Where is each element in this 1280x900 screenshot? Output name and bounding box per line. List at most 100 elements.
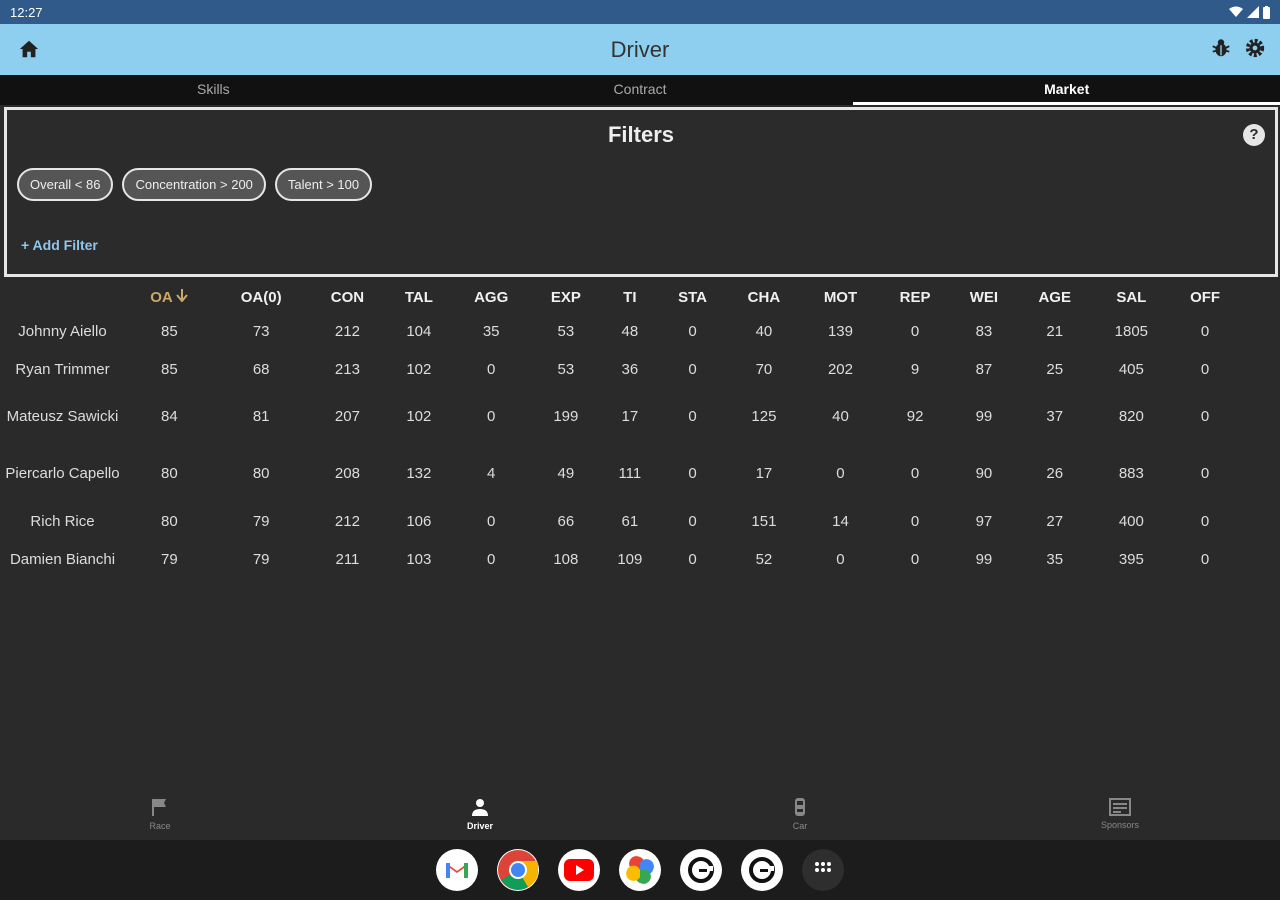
nav-sponsors[interactable]: Sponsors <box>960 788 1280 840</box>
game-app-icon[interactable] <box>680 849 722 891</box>
stat-cell-oa: 85 <box>160 322 178 340</box>
stat-cell-exp: 53 <box>557 360 575 378</box>
filter-chip-overall[interactable]: Overall < 86 <box>17 168 114 201</box>
stat-cell-rep: 0 <box>910 550 920 568</box>
sponsors-icon <box>1109 798 1131 816</box>
settings-gear-icon[interactable] <box>1244 37 1266 59</box>
stat-cell-oa0: 73 <box>252 322 270 340</box>
column-header-oa[interactable]: OA <box>125 282 214 312</box>
stat-cell-off: 0 <box>1200 322 1210 340</box>
game-app-icon-2[interactable] <box>741 849 783 891</box>
car-icon <box>795 798 805 816</box>
column-header-tal[interactable]: TAL <box>386 282 451 312</box>
column-header-age[interactable]: AGE <box>1017 282 1093 312</box>
clock: 12:27 <box>10 4 43 20</box>
app-bar: Driver <box>0 24 1280 75</box>
column-header-agg[interactable]: AGG <box>451 282 530 312</box>
column-header-ti[interactable]: TI <box>601 282 659 312</box>
stat-cell-agg: 35 <box>482 322 500 340</box>
stat-cell-tal: 106 <box>406 512 432 530</box>
help-icon[interactable]: ? <box>1243 124 1265 146</box>
gmail-icon[interactable] <box>436 849 478 891</box>
stat-cell-off: 0 <box>1200 512 1210 530</box>
column-header-con[interactable]: CON <box>309 282 387 312</box>
table-row[interactable]: Damien Bianchi 79 79 211 103 0 108 109 0 52 0 0 99 35… <box>0 540 1240 578</box>
stat-cell-mot: 40 <box>832 408 849 425</box>
bottom-navigation: Race Driver Car Sponsors <box>0 788 1280 840</box>
stat-cell-con: 211 <box>335 550 360 568</box>
app-dock <box>0 840 1280 900</box>
filter-chip-concentration[interactable]: Concentration > 200 <box>122 168 266 201</box>
column-header-cha[interactable]: CHA <box>726 282 802 312</box>
tab-contract[interactable]: Contract <box>427 75 854 105</box>
stat-cell-rep: 9 <box>910 360 920 378</box>
add-filter-button[interactable]: + Add Filter <box>21 237 98 253</box>
stat-cell-wei: 90 <box>975 465 993 482</box>
nav-driver[interactable]: Driver <box>320 788 640 840</box>
stat-cell-wei: 99 <box>975 408 993 425</box>
column-header-exp[interactable]: EXP <box>531 282 601 312</box>
table-row[interactable]: Mateusz Sawicki 84 81 207 102 0 199 17 0 125 40 92 9… <box>0 388 1240 445</box>
column-header-sal[interactable]: SAL <box>1093 282 1171 312</box>
stat-cell-con: 208 <box>334 465 360 482</box>
stat-cell-sal: 400 <box>1118 512 1144 530</box>
column-header-off[interactable]: OFF <box>1170 282 1240 312</box>
nav-label: Driver <box>466 821 493 831</box>
table-row[interactable]: Johnny Aiello 85 73 212 104 35 53 48 0 40 139 0 83 21… <box>0 312 1240 350</box>
stat-cell-sta: 0 <box>688 512 697 530</box>
sort-descending-icon <box>176 288 189 303</box>
youtube-icon[interactable] <box>558 849 600 891</box>
stat-cell-mot: 0 <box>836 550 845 568</box>
stat-cell-cha: 151 <box>751 512 777 530</box>
chrome-icon[interactable] <box>497 849 539 891</box>
stat-cell-wei: 83 <box>975 322 993 340</box>
stat-cell-oa0: 81 <box>252 408 270 425</box>
stat-cell-rep: 0 <box>910 512 920 530</box>
stat-cell-oa: 80 <box>160 512 178 530</box>
stat-cell-oa0: 79 <box>252 550 270 568</box>
stat-cell-age: 21 <box>1046 322 1064 340</box>
stat-cell-mot: 139 <box>827 322 853 340</box>
stat-cell-tal: 102 <box>406 360 432 378</box>
tab-market[interactable]: Market <box>853 75 1280 105</box>
column-header-rep[interactable]: REP <box>879 282 951 312</box>
stat-cell-ti: 36 <box>621 360 639 378</box>
stat-cell-agg: 0 <box>487 408 496 425</box>
nav-car[interactable]: Car <box>640 788 960 840</box>
stat-cell-oa0: 79 <box>252 512 270 530</box>
column-header-wei[interactable]: WEI <box>951 282 1017 312</box>
stat-cell-ti: 109 <box>617 550 643 568</box>
stat-cell-con: 212 <box>334 322 360 340</box>
tab-skills[interactable]: Skills <box>0 75 427 105</box>
stat-cell-tal: 103 <box>406 550 432 568</box>
driver-market-table: OA OA(0) CON TAL AGG EXP TI STA CHA MOT … <box>0 282 1240 578</box>
column-header-sta[interactable]: STA <box>659 282 726 312</box>
filters-title: Filters <box>607 122 675 147</box>
column-header-oa0[interactable]: OA(0) <box>214 282 309 312</box>
stat-cell-sta: 0 <box>688 408 697 425</box>
stat-cell-agg: 0 <box>487 512 496 530</box>
table-row[interactable]: Ryan Trimmer 85 68 213 102 0 53 36 0 70 202 9 87 25 40… <box>0 350 1240 388</box>
column-header-mot[interactable]: MOT <box>802 282 880 312</box>
stat-cell-tal: 102 <box>406 408 432 425</box>
stat-cell-rep: 0 <box>910 322 920 340</box>
stat-cell-age: 35 <box>1046 550 1064 568</box>
stat-cell-cha: 17 <box>755 465 773 482</box>
nav-race[interactable]: Race <box>0 788 320 840</box>
table-row[interactable]: Rich Rice 80 79 212 106 0 66 61 0 151 14 0 97 27 400 0 <box>0 502 1240 540</box>
stat-cell-rep: 0 <box>910 465 920 482</box>
table-row[interactable]: Piercarlo Capello 80 80 208 132 4 49 111 0 17 0 0 90… <box>0 445 1240 502</box>
driver-name-cell: Rich Rice <box>30 512 95 530</box>
stat-cell-cha: 40 <box>755 322 773 340</box>
bug-icon[interactable] <box>1210 37 1232 59</box>
app-drawer-icon[interactable] <box>802 849 844 891</box>
home-icon[interactable] <box>18 38 40 60</box>
photos-icon[interactable] <box>619 849 661 891</box>
stat-cell-ti: 17 <box>621 408 639 425</box>
stat-cell-exp: 53 <box>557 322 575 340</box>
tab-bar: Skills Contract Market <box>0 75 1280 105</box>
filter-chip-talent[interactable]: Talent > 100 <box>274 168 373 201</box>
stat-cell-con: 212 <box>334 512 360 530</box>
stat-cell-agg: 0 <box>487 360 496 378</box>
stat-cell-wei: 87 <box>975 360 993 378</box>
